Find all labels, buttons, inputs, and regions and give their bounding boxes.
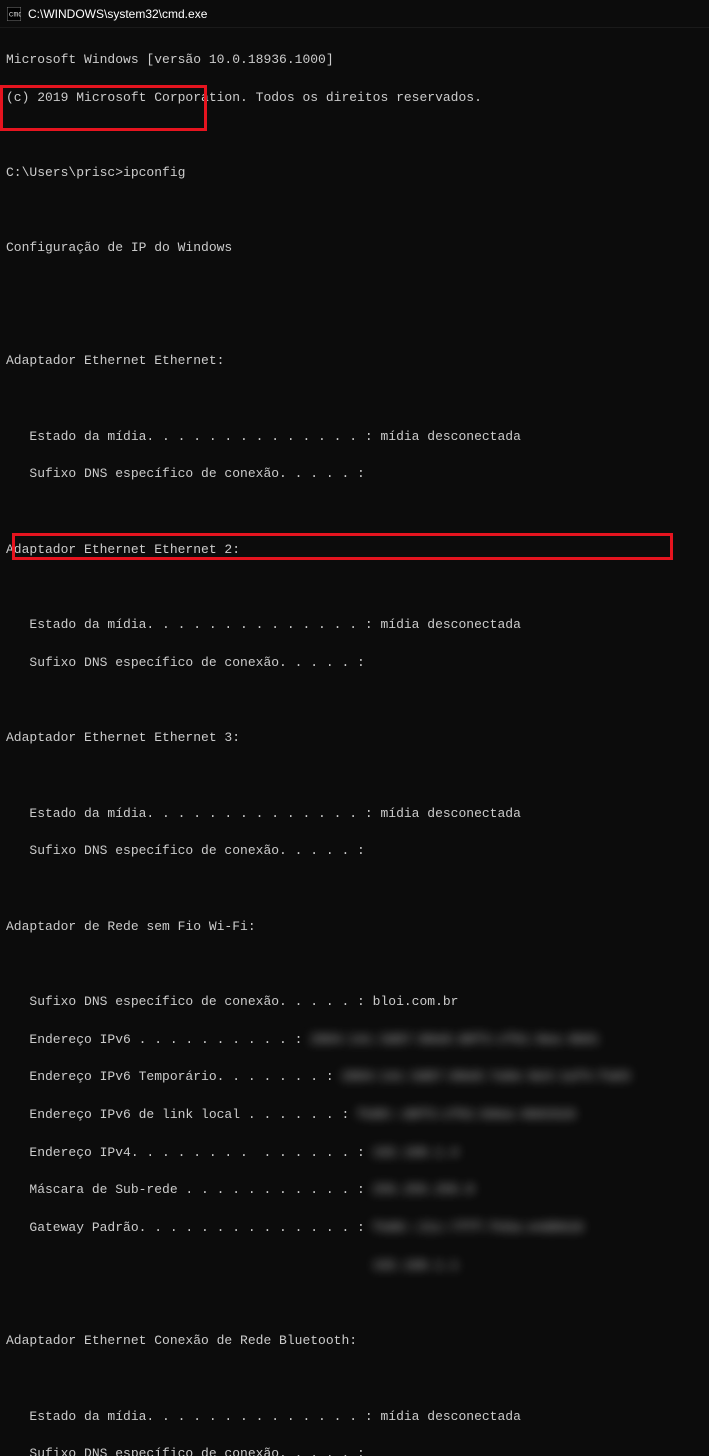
redacted-subnet: 255.255.255.0: [373, 1182, 474, 1197]
output-line: Sufixo DNS específico de conexão. . . . …: [6, 1445, 703, 1456]
terminal-output[interactable]: Microsoft Windows [versão 10.0.18936.100…: [0, 28, 709, 1456]
output-line: [6, 880, 703, 899]
adapter-header: Adaptador Ethernet Ethernet 2:: [6, 541, 703, 560]
adapter-header: Adaptador Ethernet Ethernet 3:: [6, 729, 703, 748]
output-line: Endereço IPv6 de link local . . . . . . …: [6, 1106, 703, 1125]
output-line: Estado da mídia. . . . . . . . . . . . .…: [6, 1408, 703, 1427]
ipv4-line: Endereço IPv4. . . . . . . . . . . . . .…: [6, 1144, 703, 1163]
output-line: Sufixo DNS específico de conexão. . . . …: [6, 842, 703, 861]
adapter-header: Adaptador Ethernet Ethernet:: [6, 352, 703, 371]
prompt-line: C:\Users\prisc>ipconfig: [6, 164, 703, 183]
output-line: Estado da mídia. . . . . . . . . . . . .…: [6, 428, 703, 447]
adapter-header: Adaptador Ethernet Conexão de Rede Bluet…: [6, 1332, 703, 1351]
redacted-gateway-2: 192.168.1.1: [373, 1258, 459, 1273]
output-line: Estado da mídia. . . . . . . . . . . . .…: [6, 805, 703, 824]
output-line: [6, 503, 703, 522]
window-titlebar: cmd C:\WINDOWS\system32\cmd.exe: [0, 0, 709, 28]
redacted-ipv6-temp: 2804:14c:3d87:86e8:7a9e:9e3:1af4:fa03: [341, 1069, 630, 1084]
output-line: [6, 315, 703, 334]
output-line: [6, 1295, 703, 1314]
cmd-icon: cmd: [6, 6, 22, 22]
redacted-ipv4: 192.168.1.4: [373, 1145, 459, 1160]
output-line: Endereço IPv6 Temporário. . . . . . . : …: [6, 1068, 703, 1087]
output-line: [6, 578, 703, 597]
output-line: [6, 692, 703, 711]
svg-text:cmd: cmd: [9, 10, 21, 19]
adapter-header: Adaptador de Rede sem Fio Wi-Fi:: [6, 918, 703, 937]
output-line: [6, 202, 703, 221]
output-line: Máscara de Sub-rede . . . . . . . . . . …: [6, 1181, 703, 1200]
output-line: (c) 2019 Microsoft Corporation. Todos os…: [6, 89, 703, 108]
output-line: Endereço IPv6 . . . . . . . . . . : 2804…: [6, 1031, 703, 1050]
output-line: Sufixo DNS específico de conexão. . . . …: [6, 993, 703, 1012]
output-line: Sufixo DNS específico de conexão. . . . …: [6, 654, 703, 673]
output-line: Configuração de IP do Windows: [6, 239, 703, 258]
output-line: Sufixo DNS específico de conexão. . . . …: [6, 465, 703, 484]
window-title: C:\WINDOWS\system32\cmd.exe: [28, 7, 207, 21]
output-line: [6, 1370, 703, 1389]
output-line: [6, 277, 703, 296]
output-line: [6, 955, 703, 974]
redacted-ipv6-link: fe80::d0f3:cf01:b9ea:4b01%16: [357, 1107, 575, 1122]
redacted-gateway: fe80::21c:7fff:fe5a:e4db%16: [373, 1220, 584, 1235]
output-line: Microsoft Windows [versão 10.0.18936.100…: [6, 51, 703, 70]
output-line: [6, 767, 703, 786]
output-line: [6, 390, 703, 409]
output-line: Gateway Padrão. . . . . . . . . . . . . …: [6, 1219, 703, 1238]
output-line: Estado da mídia. . . . . . . . . . . . .…: [6, 616, 703, 635]
output-line: 192.168.1.1: [6, 1257, 703, 1276]
redacted-ipv6: 2804:14c:3d87:86e8:d0f3:cf01:9ea:4b01: [310, 1032, 599, 1047]
output-line: [6, 126, 703, 145]
